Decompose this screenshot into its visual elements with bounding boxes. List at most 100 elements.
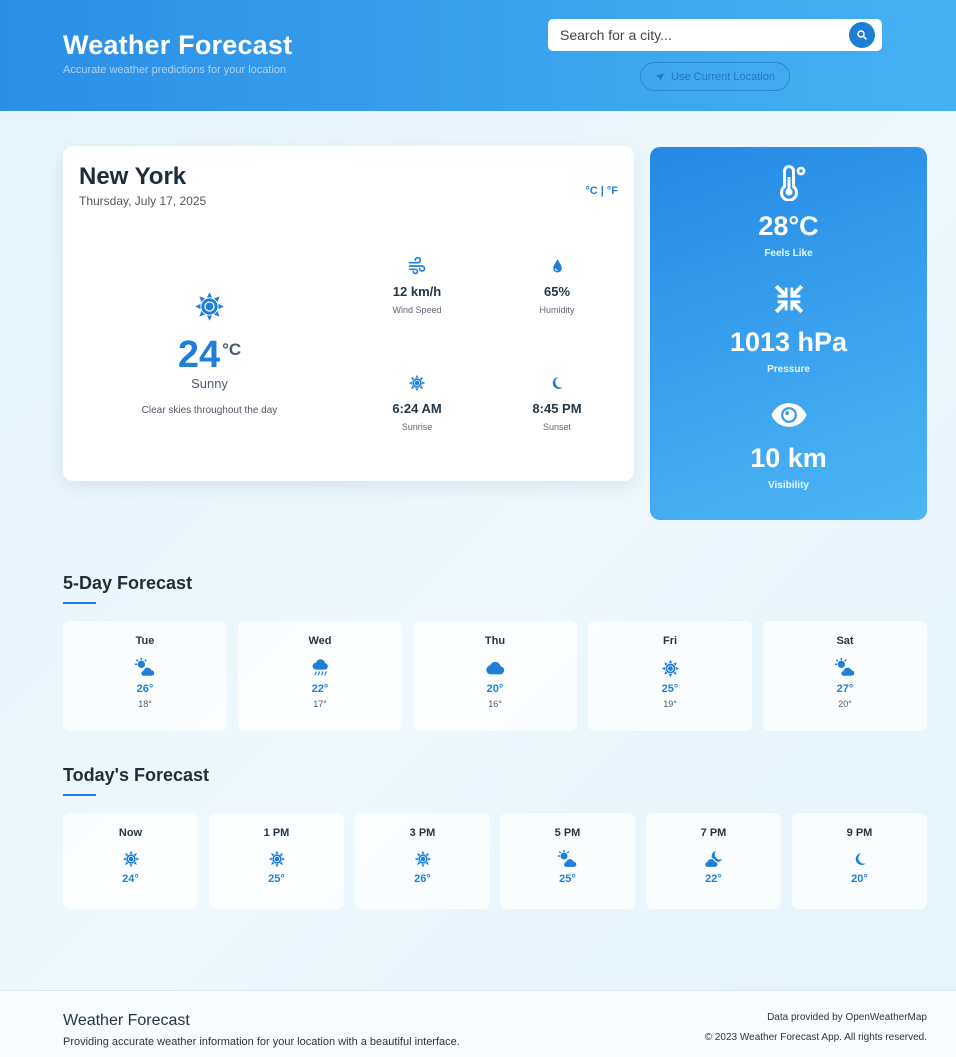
hourly-forecast-card: 9 PM 20° bbox=[792, 813, 927, 909]
moon-icon bbox=[852, 851, 868, 867]
footer-subtitle: Providing accurate weather information f… bbox=[63, 1036, 460, 1048]
stat-value: 6:24 AM bbox=[392, 401, 442, 416]
wind-speed-stat: 12 km/h Wind Speed bbox=[347, 255, 487, 315]
stat-label: Sunset bbox=[542, 422, 572, 432]
current-weather-card: New York Thursday, July 17, 2025 °C | °F… bbox=[63, 146, 634, 481]
stat-value: 12 km/h bbox=[392, 284, 442, 299]
sunset-stat: 8:45 PM Sunset bbox=[487, 372, 627, 432]
forecast-day-card: Thu 20° 16° bbox=[413, 621, 577, 731]
hour-time: 5 PM bbox=[554, 827, 581, 839]
forecast-day: Thu bbox=[484, 635, 506, 647]
hour-temp: 22° bbox=[705, 873, 722, 885]
forecast-high: 27° bbox=[836, 683, 854, 695]
current-date: Thursday, July 17, 2025 bbox=[79, 194, 207, 208]
copyright: © 2023 Weather Forecast App. All rights … bbox=[704, 1032, 927, 1043]
use-current-location-button[interactable]: Use Current Location bbox=[640, 62, 790, 91]
detail-value: 1013 hPa bbox=[729, 327, 848, 357]
footer-title: Weather Forecast bbox=[63, 1012, 190, 1029]
stat-value: 8:45 PM bbox=[532, 401, 582, 416]
hour-time: 3 PM bbox=[409, 827, 436, 839]
use-current-location-label: Use Current Location bbox=[671, 70, 775, 83]
sun-icon bbox=[122, 850, 140, 868]
weather-details-card: 28°C Feels Like 1013 hPa Pressure 10 km … bbox=[650, 147, 927, 520]
hour-time: 1 PM bbox=[263, 827, 290, 839]
forecast-day-card: Wed 22° 17° bbox=[238, 621, 402, 731]
data-credit: Data provided by OpenWeatherMap bbox=[767, 1012, 927, 1023]
temperature-value: 24 bbox=[177, 334, 221, 376]
sunrise-icon bbox=[408, 374, 426, 392]
feels-like-detail: 28°C Feels Like bbox=[650, 165, 927, 259]
temperature-unit: °C bbox=[222, 340, 242, 359]
forecast-high: 22° bbox=[311, 683, 329, 695]
visibility-detail: 10 km Visibility bbox=[650, 397, 927, 491]
forecast-high: 20° bbox=[486, 683, 504, 695]
app-title: Weather Forecast bbox=[63, 30, 293, 60]
forecast-day-card: Fri 25° 19° bbox=[588, 621, 752, 731]
forecast-high: 26° bbox=[136, 683, 154, 695]
section-underline bbox=[63, 602, 96, 604]
sun-icon bbox=[661, 659, 680, 678]
eye-icon bbox=[770, 396, 808, 434]
page-footer: Weather Forecast Providing accurate weat… bbox=[0, 990, 956, 1057]
forecast-day-card: Tue 26° 18° bbox=[63, 621, 227, 731]
city-search-input[interactable] bbox=[548, 19, 848, 51]
hourly-forecast-card: Now 24° bbox=[63, 813, 198, 909]
cloud-icon bbox=[483, 657, 507, 679]
wind-icon bbox=[407, 256, 427, 276]
hour-time: 7 PM bbox=[700, 827, 727, 839]
partly-cloudy-icon bbox=[834, 657, 856, 679]
location-arrow-icon bbox=[655, 72, 665, 82]
app-header: Weather Forecast Accurate weather predic… bbox=[0, 0, 956, 111]
hourly-forecast-card: 1 PM 25° bbox=[209, 813, 344, 909]
forecast-low: 18° bbox=[138, 699, 152, 709]
night-cloud-icon bbox=[703, 849, 724, 870]
hourly-forecast-card: 5 PM 25° bbox=[500, 813, 635, 909]
weather-condition: Sunny bbox=[191, 376, 228, 391]
five-day-title: 5-Day Forecast bbox=[63, 573, 193, 593]
weather-description: Clear skies throughout the day bbox=[141, 405, 278, 416]
hour-temp: 25° bbox=[559, 873, 576, 885]
stat-label: Humidity bbox=[539, 305, 575, 315]
hour-temp: 26° bbox=[414, 873, 431, 885]
app-subtitle: Accurate weather predictions for your lo… bbox=[63, 64, 287, 76]
hour-temp: 25° bbox=[268, 873, 285, 885]
humidity-stat: 65% Humidity bbox=[487, 255, 627, 315]
thermometer-icon bbox=[771, 165, 807, 201]
forecast-day: Fri bbox=[662, 635, 678, 647]
hour-time: Now bbox=[118, 827, 143, 839]
droplet-icon bbox=[549, 257, 566, 276]
search-button[interactable] bbox=[849, 22, 875, 48]
detail-label: Feels Like bbox=[764, 248, 813, 259]
sun-icon bbox=[268, 850, 286, 868]
hourly-forecast-card: 3 PM 26° bbox=[355, 813, 490, 909]
forecast-low: 17° bbox=[313, 699, 327, 709]
hourly-forecast-card: 7 PM 22° bbox=[646, 813, 781, 909]
search-icon bbox=[856, 29, 868, 41]
search-bar bbox=[548, 19, 882, 51]
city-name: New York bbox=[79, 163, 187, 190]
compress-icon bbox=[772, 282, 806, 316]
forecast-day: Sat bbox=[836, 635, 854, 647]
current-temperature: 24 °C bbox=[63, 334, 356, 377]
forecast-day: Tue bbox=[135, 635, 155, 647]
forecast-day-card: Sat 27° 20° bbox=[763, 621, 927, 731]
forecast-day: Wed bbox=[308, 635, 332, 647]
pressure-detail: 1013 hPa Pressure bbox=[650, 281, 927, 375]
hour-time: 9 PM bbox=[846, 827, 873, 839]
partly-cloudy-icon bbox=[557, 849, 578, 870]
stat-value: 65% bbox=[543, 284, 571, 299]
moon-icon bbox=[549, 375, 565, 391]
hour-temp: 20° bbox=[851, 873, 868, 885]
forecast-low: 16° bbox=[488, 699, 502, 709]
unit-toggle[interactable]: °C | °F bbox=[585, 185, 618, 197]
sunrise-stat: 6:24 AM Sunrise bbox=[347, 372, 487, 432]
detail-label: Pressure bbox=[767, 364, 810, 375]
detail-value: 28°C bbox=[758, 211, 819, 241]
forecast-low: 20° bbox=[838, 699, 852, 709]
sun-icon bbox=[414, 850, 432, 868]
detail-value: 10 km bbox=[750, 443, 827, 473]
partly-cloudy-icon bbox=[134, 657, 156, 679]
section-underline bbox=[63, 794, 96, 796]
hour-temp: 24° bbox=[122, 873, 139, 885]
sun-icon bbox=[194, 291, 225, 322]
